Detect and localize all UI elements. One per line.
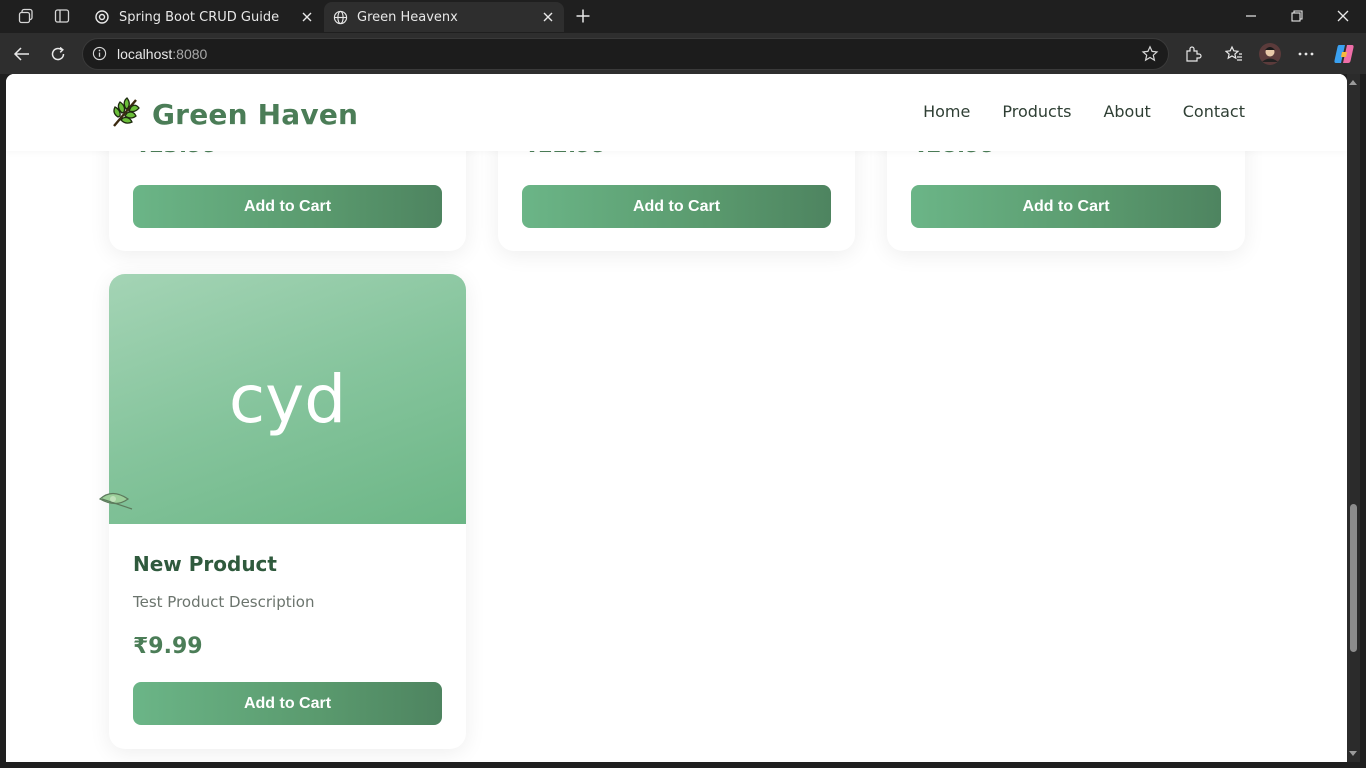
openai-icon <box>94 9 110 25</box>
favorite-star-icon[interactable] <box>1141 45 1159 67</box>
close-tab-icon[interactable] <box>299 9 315 25</box>
site-logo[interactable]: Green Haven <box>110 95 358 133</box>
url-host: localhost <box>117 46 173 62</box>
refresh-icon[interactable] <box>44 40 72 68</box>
address-bar[interactable]: localhost:8080 <box>82 38 1169 70</box>
page-viewport: ₹13.99 Add to Cart ₹12.99 Add to Cart ₹2… <box>6 74 1347 762</box>
back-icon[interactable] <box>8 40 36 68</box>
extensions-icon[interactable] <box>1179 40 1207 68</box>
tab-green-haven[interactable]: Green Heavenx <box>324 2 564 32</box>
scroll-down-arrow-icon[interactable] <box>1349 751 1357 756</box>
page-scrollbar[interactable] <box>1347 74 1360 762</box>
browser-toolbar: localhost:8080 <box>0 33 1366 74</box>
close-tab-icon[interactable] <box>540 9 556 25</box>
restore-icon[interactable] <box>1283 2 1311 30</box>
site-header: Green Haven Home Products About Contact <box>6 74 1347 151</box>
add-to-cart-button[interactable]: Add to Cart <box>133 185 442 228</box>
product-title: New Product <box>133 552 277 576</box>
copilot-icon[interactable] <box>1330 40 1358 68</box>
new-tab-icon[interactable] <box>569 2 597 30</box>
leaf-cursor-icon <box>98 490 136 516</box>
product-price: ₹9.99 <box>133 634 203 659</box>
url-port: :8080 <box>172 46 208 62</box>
nav-home[interactable]: Home <box>923 102 970 121</box>
leaf-logo-icon <box>110 95 144 133</box>
globe-icon <box>332 9 348 25</box>
product-image-text: cyd <box>228 360 347 438</box>
scroll-up-arrow-icon[interactable] <box>1349 80 1357 85</box>
more-menu-icon[interactable] <box>1292 40 1320 68</box>
product-image: cyd <box>109 274 466 524</box>
logo-text: Green Haven <box>152 97 359 131</box>
add-to-cart-button[interactable]: Add to Cart <box>522 185 831 228</box>
main-nav: Home Products About Contact <box>923 102 1245 121</box>
tab-title: Spring Boot CRUD Guide <box>119 9 280 25</box>
nav-about[interactable]: About <box>1103 102 1150 121</box>
add-to-cart-button[interactable]: Add to Cart <box>133 682 442 725</box>
vertical-tabs-icon[interactable] <box>48 2 76 30</box>
scrollbar-thumb[interactable] <box>1350 504 1357 652</box>
product-card-new-product: cyd New Product Test Product Description… <box>109 274 466 749</box>
nav-contact[interactable]: Contact <box>1183 102 1245 121</box>
tab-spring-boot-guide[interactable]: Spring Boot CRUD Guide <box>86 2 323 32</box>
url-text: localhost:8080 <box>117 46 207 62</box>
site-info-icon[interactable] <box>92 46 107 65</box>
tab-title: Green Heavenx <box>357 9 458 25</box>
profile-avatar[interactable] <box>1256 40 1284 68</box>
minimize-icon[interactable] <box>1237 2 1265 30</box>
favorites-icon[interactable] <box>1220 40 1248 68</box>
workspaces-icon[interactable] <box>12 2 40 30</box>
close-window-icon[interactable] <box>1329 2 1357 30</box>
product-description: Test Product Description <box>133 593 315 611</box>
add-to-cart-button[interactable]: Add to Cart <box>911 185 1221 228</box>
nav-products[interactable]: Products <box>1002 102 1071 121</box>
browser-tab-bar: Spring Boot CRUD Guide Green Heavenx <box>0 0 1366 33</box>
